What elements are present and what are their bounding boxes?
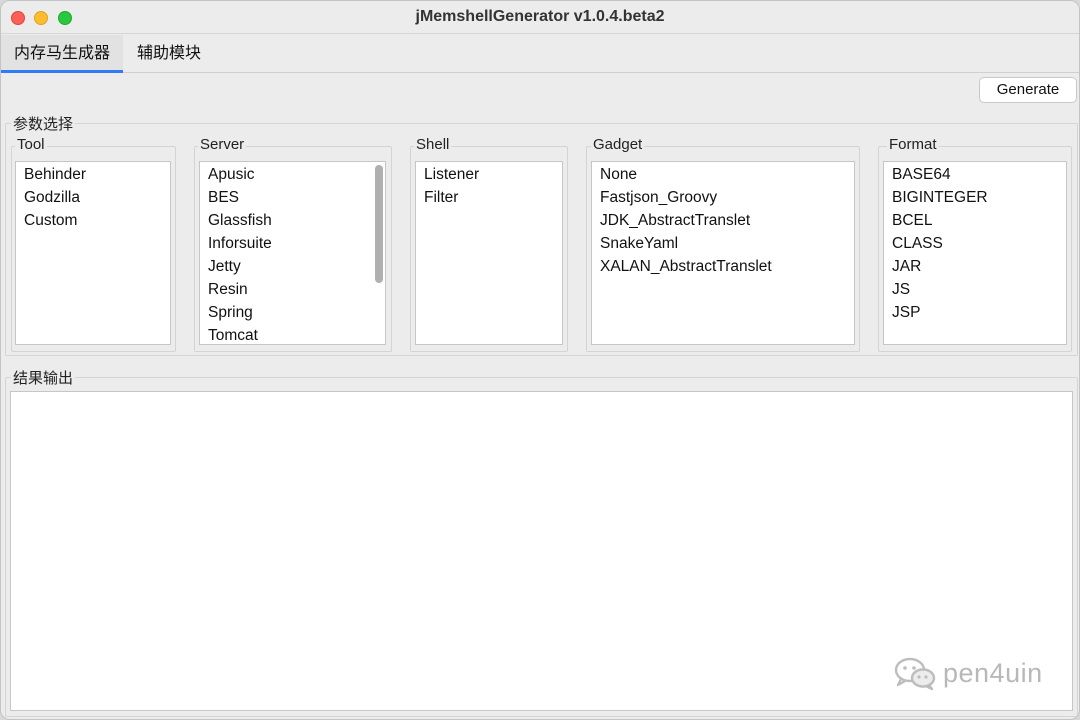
output-group-label: 结果输出 — [11, 367, 76, 388]
server-group-label: Server — [198, 136, 247, 153]
list-item[interactable]: Apusic — [200, 163, 385, 186]
window-title: jMemshellGenerator v1.0.4.beta2 — [415, 8, 665, 25]
list-item[interactable]: Inforsuite — [200, 232, 385, 255]
list-item[interactable]: None — [592, 163, 854, 186]
gadget-group-label: Gadget — [591, 136, 645, 153]
list-item[interactable]: Jetty — [200, 255, 385, 278]
list-item[interactable]: Behinder — [16, 163, 170, 186]
list-item[interactable]: Listener — [416, 163, 562, 186]
format-list[interactable]: BASE64 BIGINTEGER BCEL CLASS JAR JS JSP — [883, 161, 1067, 345]
tab-auxiliary-module[interactable]: 辅助模块 — [123, 35, 215, 73]
watermark: pen4uin — [893, 653, 1043, 693]
title-bar[interactable]: jMemshellGenerator v1.0.4.beta2 — [1, 1, 1079, 34]
list-item[interactable]: Custom — [16, 209, 170, 232]
tab-bar: 内存马生成器 辅助模块 — [1, 35, 1079, 73]
tool-group-label: Tool — [15, 136, 47, 153]
list-item[interactable]: Godzilla — [16, 186, 170, 209]
list-item[interactable]: Resin — [200, 278, 385, 301]
list-item[interactable]: SnakeYaml — [592, 232, 854, 255]
watermark-text: pen4uin — [943, 657, 1043, 688]
list-item[interactable]: BASE64 — [884, 163, 1066, 186]
list-item[interactable]: Tomcat — [200, 324, 385, 344]
tab-memshell-generator[interactable]: 内存马生成器 — [1, 35, 123, 73]
format-group-label: Format — [887, 136, 939, 153]
list-item[interactable]: Spring — [200, 301, 385, 324]
list-item[interactable]: CLASS — [884, 232, 1066, 255]
generate-button[interactable]: Generate — [979, 77, 1077, 103]
list-item[interactable]: BES — [200, 186, 385, 209]
list-item[interactable]: JS — [884, 278, 1066, 301]
shell-group-label: Shell — [414, 136, 452, 153]
params-group-label: 参数选择 — [11, 113, 76, 134]
list-item[interactable]: XALAN_AbstractTranslet — [592, 255, 854, 278]
list-item[interactable]: Filter — [416, 186, 562, 209]
list-item[interactable]: JSP — [884, 301, 1066, 324]
server-list[interactable]: Apusic BES Glassfish Inforsuite Jetty Re… — [199, 161, 386, 345]
tool-list[interactable]: Behinder Godzilla Custom — [15, 161, 171, 345]
list-item[interactable]: BCEL — [884, 209, 1066, 232]
gadget-list[interactable]: None Fastjson_Groovy JDK_AbstractTransle… — [591, 161, 855, 345]
list-item[interactable]: Glassfish — [200, 209, 385, 232]
list-item[interactable]: BIGINTEGER — [884, 186, 1066, 209]
wechat-icon — [894, 657, 936, 691]
server-list-scrollbar[interactable] — [375, 165, 383, 283]
list-item[interactable]: Fastjson_Groovy — [592, 186, 854, 209]
app-window: jMemshellGenerator v1.0.4.beta2 内存马生成器 辅… — [0, 0, 1080, 720]
shell-list[interactable]: Listener Filter — [415, 161, 563, 345]
list-item[interactable]: JAR — [884, 255, 1066, 278]
list-item[interactable]: JDK_AbstractTranslet — [592, 209, 854, 232]
